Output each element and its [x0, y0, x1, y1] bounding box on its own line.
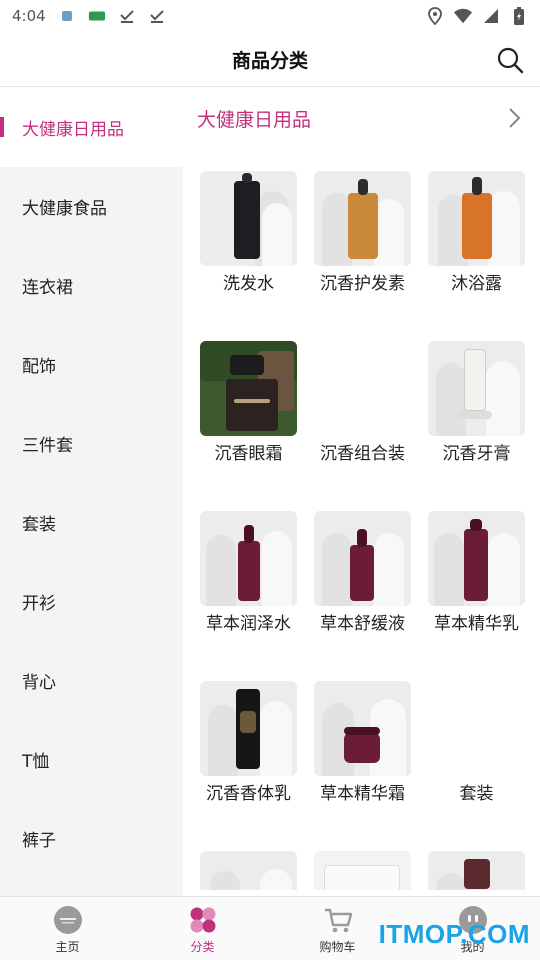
sidebar-item-daily-health[interactable]: 大健康日用品: [0, 88, 183, 167]
signal-icon: [482, 7, 500, 25]
sidebar-item-dresses[interactable]: 连衣裙: [0, 246, 183, 325]
product-card[interactable]: 洗发水: [200, 171, 297, 301]
home-logo-icon: [53, 905, 83, 935]
product-image: [428, 511, 525, 606]
location-icon: [426, 7, 444, 25]
shopping-cart-icon: [323, 905, 353, 935]
product-label: 沉香护发素: [320, 274, 405, 294]
product-label: 草本舒缓液: [320, 614, 405, 634]
product-label: 沐浴露: [451, 274, 502, 294]
notification-app-icon: [58, 7, 76, 25]
sidebar-item-label: T恤: [22, 752, 50, 772]
product-card[interactable]: [428, 851, 525, 890]
sidebar-item-label: 背心: [22, 673, 56, 693]
product-panel: 大健康日用品 洗发水 沉香护发素 沐浴露 沉香眼霜 沉香组合装 沉香牙膏 草本润…: [183, 88, 540, 890]
product-label: 草本润泽水: [206, 614, 291, 634]
product-image: [200, 341, 297, 436]
category-header[interactable]: 大健康日用品: [183, 88, 540, 148]
sidebar-item-vests[interactable]: 背心: [0, 641, 183, 720]
product-card[interactable]: 草本舒缓液: [314, 511, 411, 641]
watermark-text: ITMOP.COM: [378, 919, 530, 949]
product-label: 沉香组合装: [320, 444, 405, 464]
product-card[interactable]: 草本润泽水: [200, 511, 297, 641]
sidebar-item-suits[interactable]: 套装: [0, 483, 183, 562]
sidebar-item-label: 三件套: [22, 436, 73, 456]
product-image: [200, 511, 297, 606]
product-label: 洗发水: [223, 274, 274, 294]
sidebar-item-label: 配饰: [22, 357, 56, 377]
search-icon[interactable]: [496, 46, 524, 74]
sidebar-item-label: 连衣裙: [22, 278, 73, 298]
product-card[interactable]: 草本精华霜: [314, 681, 411, 811]
product-image: [314, 851, 411, 890]
sidebar-item-health-food[interactable]: 大健康食品: [0, 167, 183, 246]
tab-label: 主页: [55, 940, 80, 954]
product-image: [200, 851, 297, 890]
product-card[interactable]: 沉香牙膏: [428, 341, 525, 471]
product-card[interactable]: 套装: [428, 681, 525, 811]
product-image: [428, 851, 525, 890]
product-card[interactable]: 沐浴露: [428, 171, 525, 301]
notification-bank-icon: [88, 7, 106, 25]
product-label: 沉香眼霜: [214, 444, 283, 464]
product-image: [428, 681, 525, 776]
status-time: 4:04: [12, 7, 46, 25]
app-header: 商品分类: [0, 32, 540, 87]
check-download-icon: [148, 7, 166, 25]
product-card[interactable]: 草本精华乳: [428, 511, 525, 641]
check-download-icon: [118, 7, 136, 25]
sidebar-item-label: 开衫: [22, 594, 56, 614]
product-image: [428, 171, 525, 266]
product-image: [314, 681, 411, 776]
category-grid-icon: [188, 905, 218, 935]
product-card[interactable]: 沉香香体乳: [200, 681, 297, 811]
product-image: [314, 171, 411, 266]
product-image: [428, 341, 525, 436]
tab-label: 购物车: [319, 940, 356, 954]
product-label: 草本精华霜: [320, 784, 405, 804]
product-card[interactable]: 沉香组合装: [314, 341, 411, 471]
battery-icon: [510, 7, 528, 25]
tab-home[interactable]: 主页: [0, 897, 135, 960]
sidebar-item-tshirts[interactable]: T恤: [0, 720, 183, 799]
product-card[interactable]: 沉香护发素: [314, 171, 411, 301]
product-label: 沉香香体乳: [206, 784, 291, 804]
product-label: 套装: [459, 784, 494, 804]
product-card[interactable]: 沉香眼霜: [200, 341, 297, 471]
tab-category[interactable]: 分类: [135, 897, 270, 960]
product-card[interactable]: [314, 851, 411, 890]
page-title: 商品分类: [231, 49, 308, 72]
category-title: 大健康日用品: [197, 108, 312, 131]
sidebar-item-label: 套装: [22, 515, 56, 535]
wifi-icon: [454, 7, 472, 25]
status-bar: 4:04: [0, 0, 540, 32]
sidebar-item-three-piece[interactable]: 三件套: [0, 404, 183, 483]
product-image: [314, 341, 411, 436]
product-image: [314, 511, 411, 606]
product-image: [200, 681, 297, 776]
sidebar-item-pants[interactable]: 裤子: [0, 799, 183, 878]
category-sidebar: 大健康日用品 大健康食品 连衣裙 配饰 三件套 套装 开衫 背心 T恤 裤子: [0, 88, 183, 896]
product-label: 沉香牙膏: [442, 444, 511, 464]
sidebar-item-label: 大健康日用品: [22, 120, 124, 140]
product-image: [200, 171, 297, 266]
sidebar-item-label: 大健康食品: [22, 199, 107, 219]
tab-label: 分类: [190, 940, 215, 954]
product-label: 草本精华乳: [434, 614, 519, 634]
status-system-icons: [426, 7, 528, 25]
app-root: 4:04 商品分类 大健康日用品 大健康食品 连衣裙 配饰 三件套 套装 开衫 …: [0, 0, 540, 960]
chevron-right-icon[interactable]: [504, 106, 524, 130]
status-notification-icons: [58, 7, 166, 25]
sidebar-item-cardigans[interactable]: 开衫: [0, 562, 183, 641]
sidebar-item-label: 裤子: [22, 831, 56, 851]
product-card[interactable]: [200, 851, 297, 890]
sidebar-item-accessories[interactable]: 配饰: [0, 325, 183, 404]
